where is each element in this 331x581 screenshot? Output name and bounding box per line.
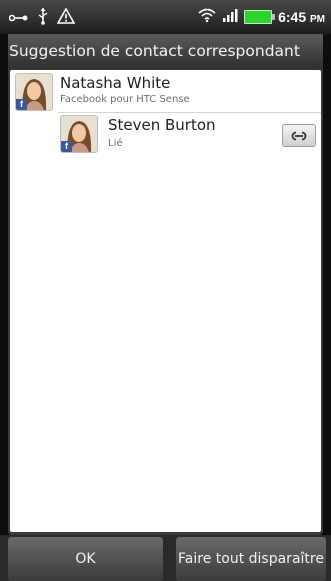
dialog-footer: OK Faire tout disparaître (0, 535, 331, 581)
contact-suggestion-dialog: Suggestion de contact correspondant f Na… (8, 34, 323, 535)
contact-row-primary[interactable]: f Natasha White Facebook pour HTC Sense (10, 70, 321, 112)
contact-name: Natasha White (60, 74, 171, 92)
dialog-title: Suggestion de contact correspondant (9, 42, 300, 60)
status-bar: 6:45 PM (0, 0, 331, 34)
dismiss-all-button[interactable]: Faire tout disparaître (176, 537, 326, 581)
contact-subtitle: Facebook pour HTC Sense (60, 94, 190, 105)
avatar: f (60, 115, 98, 153)
ok-button[interactable]: OK (8, 537, 163, 581)
dialog-title-bar: Suggestion de contact correspondant (8, 34, 323, 69)
battery-icon (244, 9, 276, 24)
status-right-icons: 6:45 PM (198, 7, 325, 26)
facebook-badge-icon: f (16, 99, 27, 110)
status-left-icons (8, 7, 76, 29)
signal-icon (222, 7, 238, 26)
contact-name: Steven Burton (108, 116, 216, 134)
contact-row-linked[interactable]: f Steven Burton Lié (10, 114, 321, 154)
link-icon (291, 131, 307, 140)
row-divider (58, 112, 321, 113)
facebook-badge-icon: f (61, 141, 72, 152)
contact-subtitle: Lié (108, 138, 123, 149)
usb-icon (37, 7, 49, 29)
clock: 6:45 PM (278, 8, 325, 25)
usb-connection-icon (8, 9, 29, 28)
dialog-body: f Natasha White Facebook pour HTC Sense … (10, 70, 321, 532)
unlink-button[interactable] (282, 124, 316, 147)
avatar: f (15, 73, 53, 111)
wifi-icon (198, 7, 216, 26)
warning-icon (56, 7, 76, 28)
